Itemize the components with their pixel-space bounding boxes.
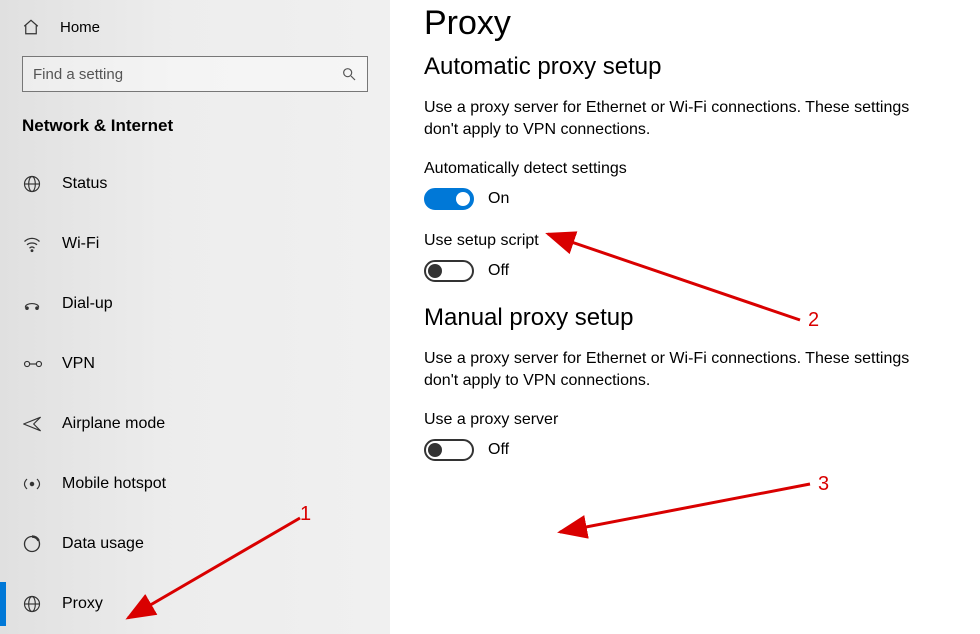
sidebar-item-label: Mobile hotspot — [62, 475, 166, 493]
main-panel: Proxy Automatic proxy setup Use a proxy … — [390, 0, 980, 634]
sidebar-item-wifi[interactable]: Wi-Fi — [0, 214, 390, 274]
search-input[interactable]: Find a setting — [22, 56, 368, 92]
sidebar-item-label: Status — [62, 175, 107, 193]
sidebar-item-label: VPN — [62, 355, 95, 373]
sidebar-item-status[interactable]: Status — [0, 154, 390, 214]
home-link[interactable]: Home — [0, 10, 390, 42]
manual-proxy-heading: Manual proxy setup — [424, 304, 960, 332]
data-usage-icon — [22, 534, 46, 554]
sidebar-item-dialup[interactable]: Dial-up — [0, 274, 390, 334]
automatic-proxy-heading: Automatic proxy setup — [424, 53, 960, 81]
setup-script-state: Off — [488, 262, 509, 280]
hotspot-icon — [22, 474, 46, 494]
sidebar-item-proxy[interactable]: Proxy — [0, 574, 390, 634]
use-proxy-state: Off — [488, 441, 509, 459]
use-proxy-toggle[interactable] — [424, 439, 474, 461]
auto-detect-label: Automatically detect settings — [424, 160, 960, 178]
airplane-icon — [22, 414, 46, 434]
setup-script-label: Use setup script — [424, 232, 960, 250]
use-proxy-label: Use a proxy server — [424, 411, 960, 429]
auto-detect-state: On — [488, 190, 509, 208]
home-icon — [22, 18, 46, 36]
wifi-icon — [22, 234, 46, 254]
sidebar-item-hotspot[interactable]: Mobile hotspot — [0, 454, 390, 514]
manual-proxy-desc: Use a proxy server for Ethernet or Wi-Fi… — [424, 348, 944, 391]
automatic-proxy-desc: Use a proxy server for Ethernet or Wi-Fi… — [424, 97, 944, 140]
search-icon — [341, 66, 357, 82]
globe-icon — [22, 174, 46, 194]
sidebar-item-airplane[interactable]: Airplane mode — [0, 394, 390, 454]
sidebar-item-label: Proxy — [62, 595, 103, 613]
dialup-icon — [22, 294, 46, 314]
sidebar-item-label: Airplane mode — [62, 415, 165, 433]
sidebar: Home Find a setting Network & Internet S… — [0, 0, 390, 634]
page-title: Proxy — [424, 4, 960, 43]
vpn-icon — [22, 354, 46, 374]
sidebar-section-title: Network & Internet — [0, 110, 390, 154]
setup-script-toggle[interactable] — [424, 260, 474, 282]
auto-detect-toggle[interactable] — [424, 188, 474, 210]
sidebar-item-vpn[interactable]: VPN — [0, 334, 390, 394]
sidebar-item-label: Data usage — [62, 535, 144, 553]
sidebar-item-label: Dial-up — [62, 295, 113, 313]
sidebar-item-datausage[interactable]: Data usage — [0, 514, 390, 574]
search-placeholder: Find a setting — [33, 66, 123, 83]
home-label: Home — [60, 19, 100, 36]
sidebar-item-label: Wi-Fi — [62, 235, 99, 253]
globe-icon — [22, 594, 46, 614]
